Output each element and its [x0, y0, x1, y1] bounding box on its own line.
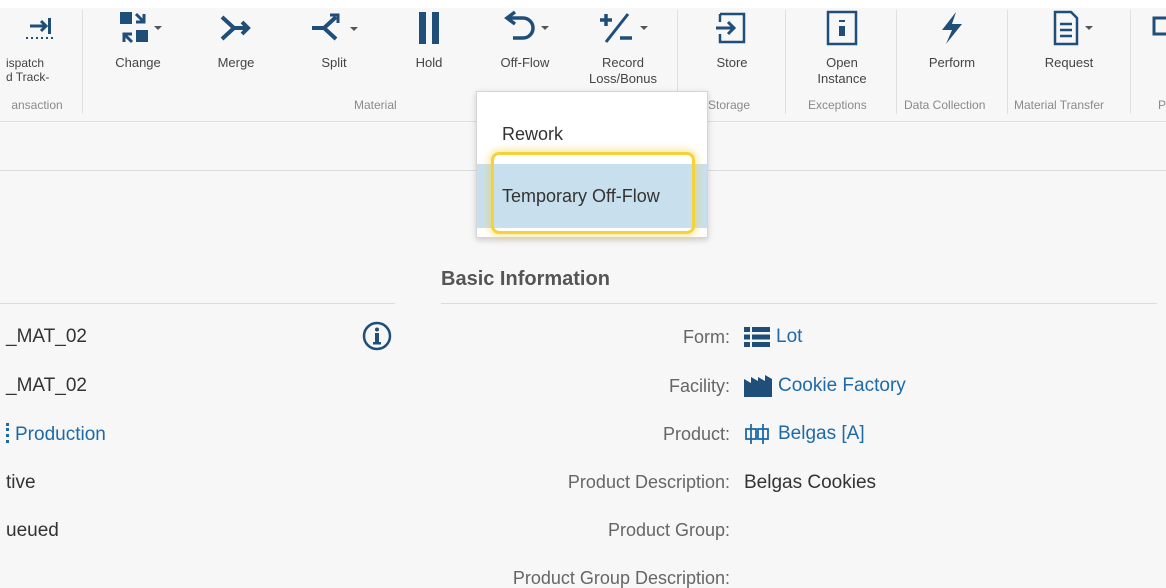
product-group-description-label: Product Group Description:: [512, 568, 730, 588]
factory-icon: [744, 375, 772, 397]
dispatch-track-in-label: ispatch d Track-: [6, 56, 50, 84]
plus-minus-icon: [578, 8, 668, 48]
facility-label: Facility:: [668, 376, 730, 396]
store-button[interactable]: Store: [694, 8, 770, 71]
hold-label: Hold: [415, 55, 443, 70]
list-icon: [744, 327, 770, 347]
state-value: ueued: [6, 520, 59, 541]
group-data-collection-label: Data Collection: [904, 98, 986, 112]
form-link[interactable]: Lot: [744, 326, 802, 348]
perform-button[interactable]: Perform: [912, 8, 992, 71]
flow-icon: [6, 423, 9, 443]
form-value: Lot: [776, 326, 803, 347]
merge-icon: [198, 8, 274, 48]
type-value: Production: [15, 424, 106, 445]
menu-item-rework-label: Rework: [502, 123, 564, 144]
info-icon[interactable]: [362, 321, 392, 351]
document-icon: [1024, 8, 1114, 48]
instance-icon: [802, 8, 882, 48]
status-value: tive: [6, 472, 36, 493]
dispatch-icon: [0, 8, 80, 48]
material-name-value: _MAT_02: [6, 326, 87, 347]
group-material-transfer-label: Material Transfer: [1014, 98, 1105, 112]
open-instance-label: Open Instance: [817, 55, 867, 86]
product-description-value: Belgas Cookies: [744, 472, 877, 493]
group-material-label: Material: [354, 98, 397, 112]
product-value: Belgas [A]: [778, 423, 865, 444]
record-loss-bonus-label: Record Loss/Bonus: [589, 55, 657, 86]
request-button[interactable]: Request: [1024, 8, 1114, 71]
lightning-icon: [912, 8, 992, 48]
store-label: Store: [716, 55, 748, 70]
basic-info-divider: [441, 303, 1157, 304]
off-flow-button[interactable]: Off-Flow: [484, 8, 566, 71]
ribbon-separator: [1007, 10, 1008, 114]
facility-value: Cookie Factory: [778, 375, 906, 396]
perform-label: Perform: [928, 55, 976, 70]
basic-information-title: Basic Information: [441, 268, 610, 290]
change-label: Change: [115, 55, 161, 70]
split-label: Split: [321, 55, 347, 70]
off-flow-label: Off-Flow: [500, 55, 550, 70]
open-instance-button[interactable]: Open Instance: [802, 8, 882, 87]
ribbon-separator: [896, 10, 897, 114]
split-icon: [296, 8, 372, 48]
ribbon-top-strip: [0, 0, 1166, 8]
group-transaction-label: ansaction: [11, 98, 63, 112]
ribbon-separator: [82, 10, 83, 114]
undo-arrow-icon: [484, 8, 566, 48]
pause-icon: [394, 8, 464, 48]
ribbon-separator: [1130, 10, 1131, 114]
type-link[interactable]: Production: [6, 423, 106, 446]
hold-button[interactable]: Hold: [394, 8, 464, 71]
group-partial-label: P: [1158, 98, 1166, 112]
group-storage-label: Storage: [708, 98, 751, 112]
product-description-label: Product Description:: [567, 472, 730, 492]
merge-button[interactable]: Merge: [198, 8, 274, 71]
group-exceptions-label: Exceptions: [808, 98, 867, 112]
product-label: Product:: [662, 424, 730, 444]
merge-label: Merge: [217, 55, 255, 70]
dispatch-track-in-button[interactable]: ispatch d Track-: [0, 8, 80, 84]
product-link[interactable]: Belgas [A]: [744, 423, 865, 445]
menu-item-rework[interactable]: Rework: [477, 112, 707, 156]
product-group-label: Product Group:: [607, 520, 730, 540]
record-loss-bonus-button[interactable]: Record Loss/Bonus: [578, 8, 668, 87]
menu-item-temporary-off-flow-label: Temporary Off-Flow: [502, 185, 660, 206]
change-icon: [100, 8, 176, 48]
split-button[interactable]: Split: [296, 8, 372, 71]
material-name-2-value: _MAT_02: [6, 375, 87, 396]
menu-item-temporary-off-flow[interactable]: Temporary Off-Flow: [477, 164, 707, 228]
partial-icon: [1148, 8, 1166, 48]
request-label: Request: [1044, 55, 1094, 70]
left-section-divider: [0, 303, 395, 304]
product-icon: [745, 424, 769, 444]
partial-ribbon-button[interactable]: [1148, 8, 1166, 48]
off-flow-dropdown-menu: Rework Temporary Off-Flow: [476, 91, 708, 238]
form-label: Form:: [683, 327, 730, 347]
change-button[interactable]: Change: [100, 8, 176, 71]
facility-link[interactable]: Cookie Factory: [744, 375, 906, 397]
ribbon-separator: [785, 10, 786, 114]
store-icon: [694, 8, 770, 48]
